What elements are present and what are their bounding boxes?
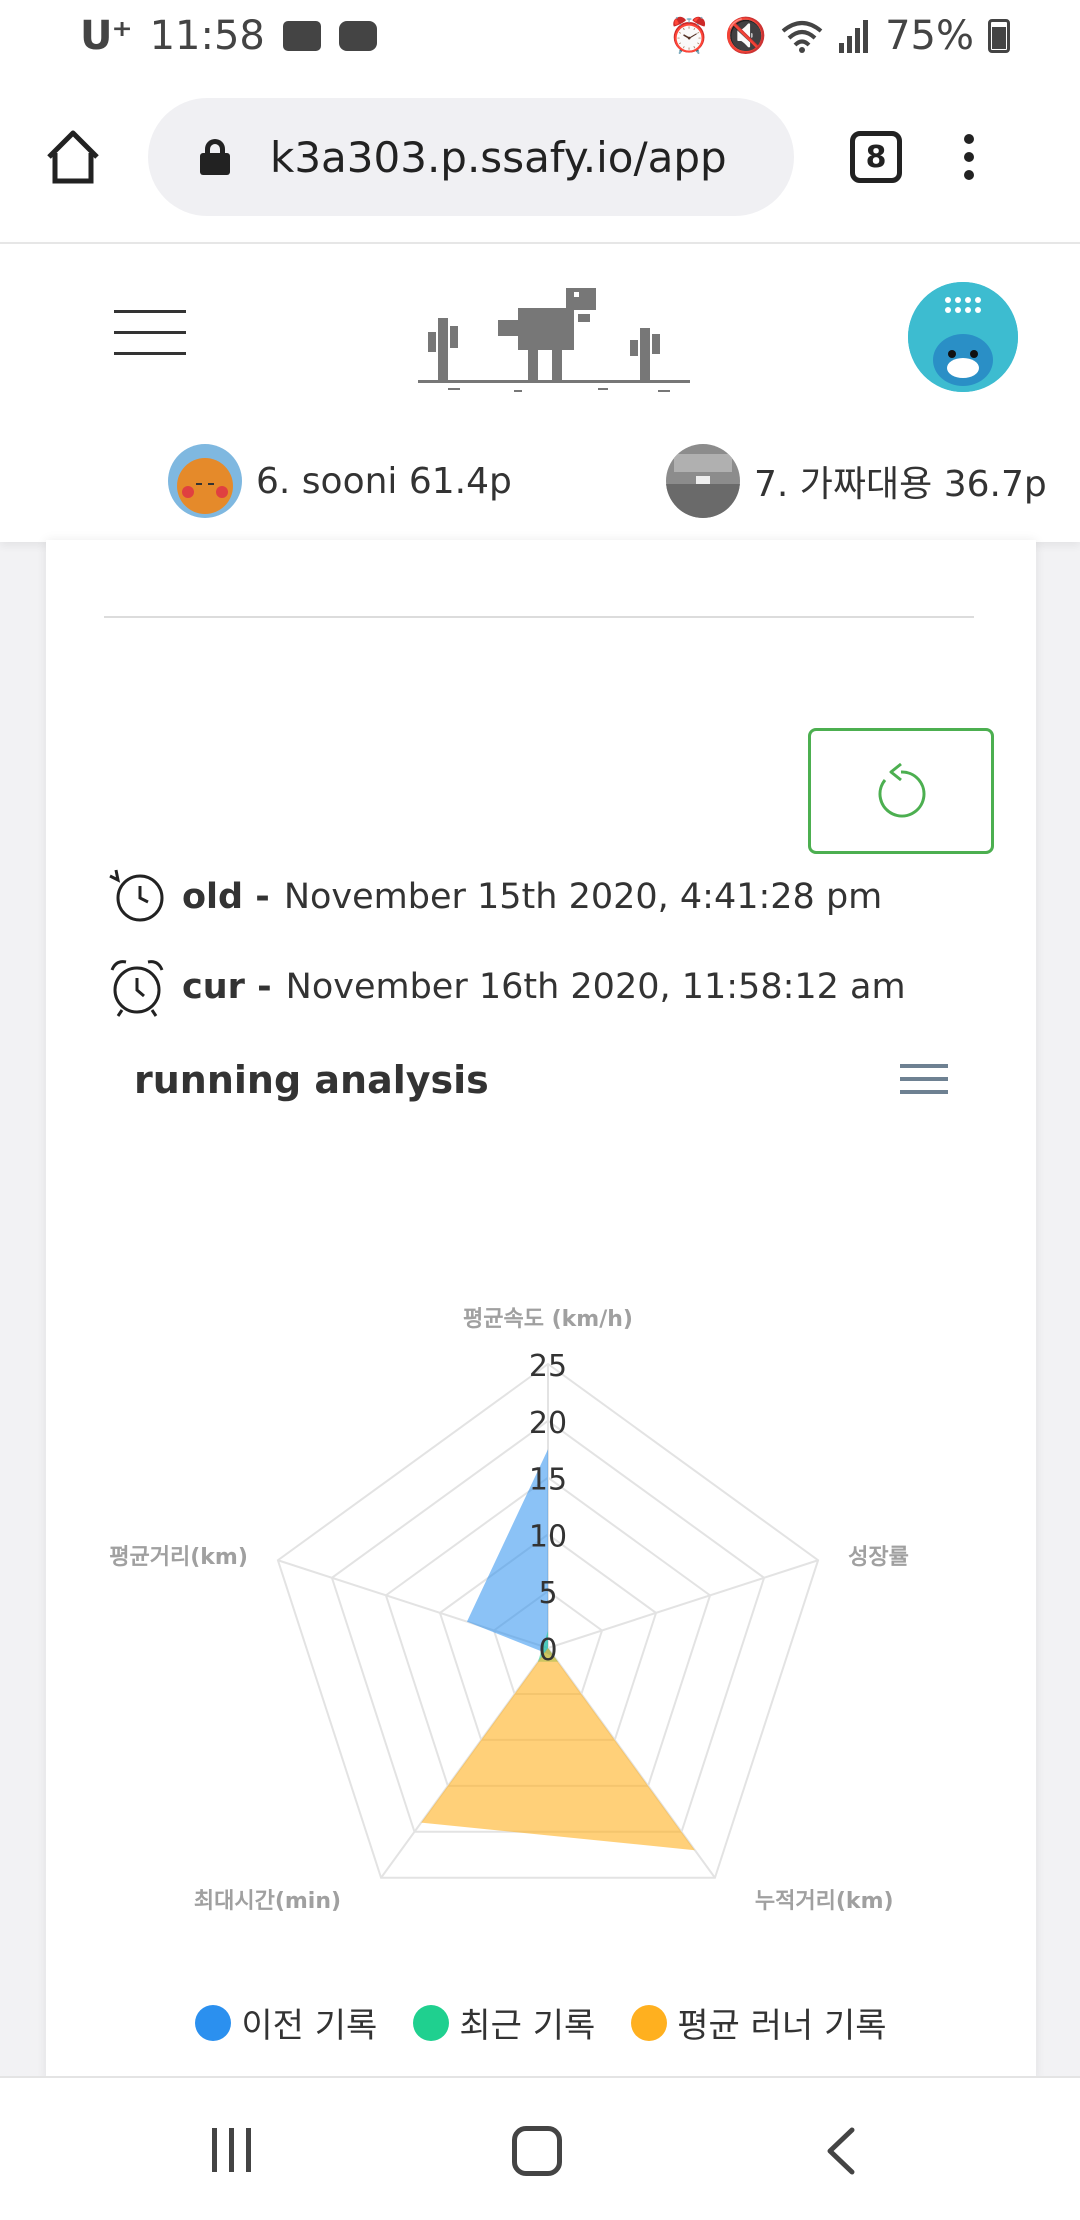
chart-title: running analysis — [134, 1058, 489, 1102]
analysis-card: old - November 15th 2020, 4:41:28 pm cur… — [46, 540, 1036, 2080]
more-options-icon[interactable] — [964, 134, 974, 180]
youtube-icon — [338, 21, 377, 51]
cur-label: cur - — [182, 967, 272, 1007]
alarm-clock-icon — [110, 960, 164, 1017]
browser-toolbar: k3a303.p.ssafy.io/app 8 — [0, 72, 1080, 242]
lock-icon — [200, 139, 230, 175]
seal-avatar-icon — [908, 282, 1018, 392]
home-button[interactable] — [38, 122, 108, 192]
dino-logo[interactable] — [418, 288, 690, 398]
status-bar: U⁺ 11:58 ⏰ 🔇 75% — [0, 0, 1080, 72]
system-nav-bar — [0, 2076, 1080, 2220]
axis-label: 평균거리(km) — [109, 1545, 248, 1570]
back-button[interactable] — [822, 2126, 862, 2176]
chart-menu-icon[interactable] — [900, 1064, 948, 1094]
rank-text: 6. sooni 61.4p — [256, 460, 512, 502]
ranking-ticker: 6. sooni 61.4p 7. 가짜대용 36.7p — [0, 444, 1080, 524]
old-timestamp: November 15th 2020, 4:41:28 pm — [283, 877, 883, 917]
legend-marker — [195, 2004, 232, 2041]
user-avatar — [666, 444, 740, 518]
legend-marker — [413, 2004, 450, 2041]
legend-label: 이전 기록 — [241, 2006, 378, 2046]
scale-tick-label: 0 — [538, 1633, 557, 1668]
status-time: 11:58 — [149, 13, 265, 59]
mute-icon: 🔇 — [724, 16, 768, 56]
app-header: 6. sooni 61.4p 7. 가짜대용 36.7p — [0, 242, 1080, 542]
address-bar[interactable]: k3a303.p.ssafy.io/app — [148, 98, 794, 216]
legend-label: 최근 기록 — [459, 2006, 596, 2046]
user-avatar — [168, 444, 242, 518]
status-right: ⏰ 🔇 75% — [668, 13, 1010, 59]
carrier-label: U⁺ — [80, 13, 133, 59]
axis-label: 최대시간(min) — [194, 1889, 341, 1914]
refresh-icon — [878, 762, 926, 818]
legend-item[interactable]: 최근 기록 — [413, 1998, 595, 2047]
rank-item[interactable]: 7. 가짜대용 36.7p — [666, 444, 1047, 518]
url-text: k3a303.p.ssafy.io/app — [270, 132, 727, 182]
hamburger-menu-icon[interactable] — [114, 310, 186, 355]
legend-marker — [631, 2004, 668, 2041]
axis-label: 평균속도 (km/h) — [463, 1307, 633, 1332]
scale-tick-label: 20 — [529, 1406, 567, 1441]
divider — [104, 616, 974, 618]
axis-label: 성장률 — [848, 1545, 909, 1570]
recent-apps-button[interactable] — [212, 2128, 251, 2172]
refresh-button[interactable] — [808, 728, 994, 854]
tab-switcher-button[interactable]: 8 — [850, 131, 902, 183]
cur-record-row: cur - November 16th 2020, 11:58:12 am — [106, 956, 906, 1018]
chart-legend: 이전 기록 최근 기록 평균 러너 기록 — [46, 1998, 1036, 2047]
old-record-row: old - November 15th 2020, 4:41:28 pm — [106, 866, 882, 928]
alarm-icon: ⏰ — [668, 16, 711, 56]
legend-item[interactable]: 이전 기록 — [195, 1998, 377, 2047]
scale-tick-label: 15 — [529, 1463, 567, 1498]
legend-item[interactable]: 평균 러너 기록 — [631, 1998, 887, 2047]
gallery-icon — [282, 21, 321, 51]
profile-avatar[interactable] — [908, 282, 1018, 392]
radar-chart: 0 5 10 15 20 25 평균속도 (km/h) 성장률누적거리(km) 최대시간(min… — [109, 1307, 909, 1914]
home-nav-button[interactable] — [512, 2126, 562, 2176]
axis-label: 누적거리(km) — [755, 1889, 894, 1914]
old-label: old - — [182, 877, 270, 917]
battery-icon — [988, 19, 1010, 53]
cur-timestamp: November 16th 2020, 11:58:12 am — [285, 967, 906, 1007]
rank-item[interactable]: 6. sooni 61.4p — [168, 444, 512, 518]
home-icon — [47, 130, 99, 184]
history-clock-icon — [109, 869, 164, 922]
signal-icon — [839, 20, 869, 53]
scale-tick-label: 5 — [538, 1576, 557, 1611]
legend-label: 평균 러너 기록 — [677, 2006, 887, 2046]
grid-spoke — [547, 1559, 819, 1649]
scale-tick-label: 10 — [529, 1519, 567, 1554]
wifi-icon — [781, 21, 823, 53]
battery-percent: 75% — [885, 13, 974, 59]
rank-text: 7. 가짜대용 36.7p — [754, 464, 1047, 505]
status-left: U⁺ 11:58 — [80, 13, 377, 59]
scale-tick-label: 25 — [529, 1349, 567, 1384]
